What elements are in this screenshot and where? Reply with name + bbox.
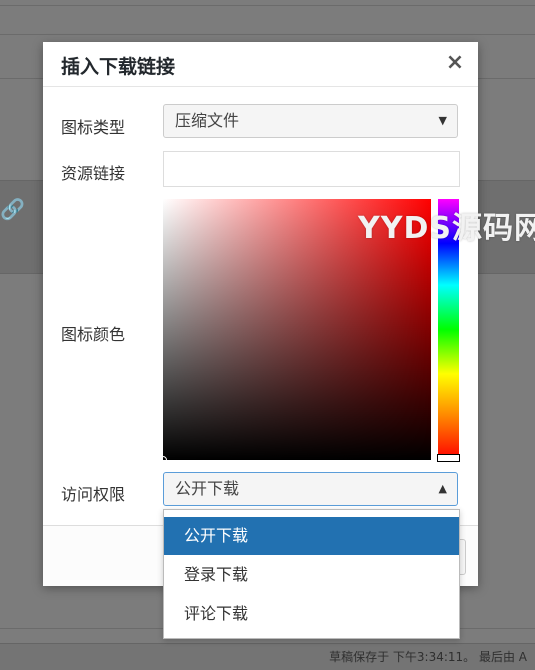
resource-link-input[interactable] [163, 151, 460, 187]
access-option-comment[interactable]: 评论下载 [164, 595, 459, 633]
color-picker-handle[interactable] [159, 456, 167, 464]
icon-type-value: 压缩文件 [175, 111, 240, 130]
dialog-title: 插入下载链接 [61, 56, 176, 78]
access-option-public[interactable]: 公开下载 [164, 517, 459, 555]
caret-down-icon: ▼ [438, 114, 447, 127]
status-bar: 草稿保存于 下午3:34:11。 最后由 A [0, 643, 535, 670]
divider [0, 5, 535, 6]
status-text: 草稿保存于 下午3:34:11。 最后由 A [329, 650, 527, 664]
hue-slider-handle[interactable] [437, 454, 460, 462]
access-value: 公开下载 [175, 479, 240, 498]
divider [0, 34, 535, 35]
access-label: 访问权限 [61, 485, 126, 504]
caret-up-icon: ▲ [438, 482, 447, 495]
icon-type-label: 图标类型 [61, 118, 126, 137]
access-dropdown-list: 公开下载 登录下载 评论下载 [163, 509, 460, 639]
watermark: YYDS源码网 [358, 211, 535, 246]
close-icon[interactable]: × [444, 51, 466, 75]
insert-download-link-dialog: 插入下载链接 × 图标类型 压缩文件 ▼ 资源链接 图标颜色 访问权限 公开下载… [43, 42, 478, 586]
access-option-login[interactable]: 登录下载 [164, 556, 459, 594]
access-select[interactable]: 公开下载 ▲ [163, 472, 458, 506]
icon-type-select[interactable]: 压缩文件 ▼ [163, 104, 458, 138]
link-icon: 🔗 [0, 197, 25, 221]
resource-link-label: 资源链接 [61, 164, 126, 183]
icon-color-label: 图标颜色 [61, 325, 126, 344]
dialog-header: 插入下载链接 × [43, 42, 478, 87]
